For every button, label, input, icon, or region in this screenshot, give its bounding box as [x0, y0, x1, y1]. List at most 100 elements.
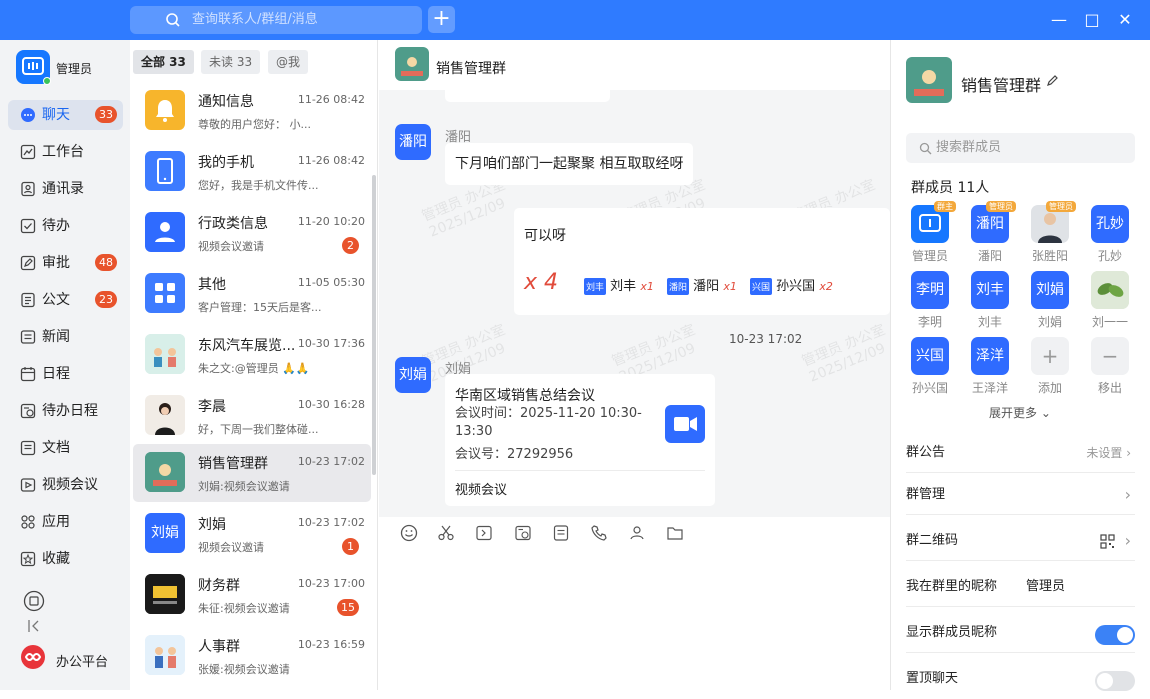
member-item[interactable]: 刘丰 刘丰 [970, 271, 1010, 330]
group-photo-avatar [145, 334, 185, 374]
search-icon [919, 142, 932, 155]
member-item[interactable]: 群主 管理员 [910, 201, 956, 264]
message-bubble[interactable]: 下月咱们部门一起聚聚 相互取取经呀 [445, 143, 694, 185]
scissors-icon[interactable] [437, 524, 455, 542]
member-item[interactable]: 李明 李明 [910, 271, 950, 330]
add-button[interactable]: + [428, 6, 455, 33]
meeting-card[interactable]: 华南区域销售总结会议 会议时间：2025-11-20 10:30-13:30 会… [445, 374, 715, 506]
expand-more-button[interactable]: 展开更多 ⌄ [989, 404, 1051, 421]
person-avatar [145, 395, 185, 435]
nav-item-contacts[interactable]: 通讯录 [8, 174, 123, 204]
meeting-footer: 视频会议 [455, 483, 508, 498]
maximize-button[interactable]: □ [1082, 10, 1102, 30]
conversation-item[interactable]: 其他 11-05 05:30 客户管理：15天后是客... [133, 265, 371, 323]
todo-calendar-icon [20, 403, 36, 419]
official-doc-badge: 23 [95, 291, 117, 308]
history-icon[interactable] [514, 524, 532, 542]
nav-item-todo[interactable]: 待办 [8, 211, 123, 241]
nav-item-approval[interactable]: 审批 48 [8, 248, 123, 278]
member-item[interactable]: 刘一一 [1090, 271, 1130, 330]
minimize-button[interactable]: — [1049, 10, 1069, 30]
note-icon[interactable] [552, 524, 570, 542]
collapse-sidebar-icon[interactable] [26, 618, 42, 634]
group-qrcode-row[interactable]: 群二维码 › [906, 521, 1135, 561]
phone-call-icon[interactable] [590, 524, 608, 542]
group-info-avatar[interactable] [906, 57, 952, 103]
edit-pencil-icon[interactable] [1046, 73, 1060, 87]
member-item[interactable]: 兴国 孙兴国 [910, 337, 950, 396]
folder-icon[interactable] [666, 524, 684, 542]
member-count: 群成员 11人 [911, 180, 990, 196]
other-avatar [145, 273, 185, 313]
reaction-item[interactable]: 刘丰 刘丰 x1 [584, 275, 654, 295]
hr-group-avatar [145, 635, 185, 675]
pin-chat-toggle[interactable] [1095, 671, 1135, 691]
group-illustration-icon [145, 334, 185, 374]
sender-avatar[interactable]: 潘阳 [395, 124, 431, 160]
close-button[interactable]: ✕ [1115, 10, 1135, 30]
member-avatar: 孔妙 [1091, 205, 1129, 243]
member-item[interactable]: 孔妙 孔妙 [1090, 205, 1130, 264]
nav-item-calendar[interactable]: 日程 [8, 359, 123, 389]
reaction-message-bubble[interactable]: 可以呀 x 4 刘丰 刘丰 x1 潘阳 潘阳 x1 兴国 孙兴国 x2 [514, 208, 890, 315]
member-item[interactable]: 潘阳 管理员 潘阳 [970, 201, 1016, 264]
nav-item-document-official[interactable]: 公文 23 [8, 285, 123, 315]
file-send-icon[interactable] [475, 524, 493, 542]
conversation-item[interactable]: 东风汽车展览... 10-30 17:36 朱之文:@管理员 🙏🙏 [133, 326, 371, 384]
chat-icon [21, 108, 35, 122]
conversation-item-active[interactable]: 销售管理群 10-23 17:02 刘娟:视频会议邀请 [133, 444, 371, 502]
reaction-item[interactable]: 潘阳 潘阳 x1 [667, 275, 737, 295]
approval-badge: 48 [95, 254, 117, 271]
member-item[interactable]: 刘娟 刘娟 [1030, 271, 1070, 330]
apps-icon [21, 515, 35, 529]
member-item[interactable]: 管理员 张胜阳 [1030, 201, 1076, 264]
reaction-item[interactable]: 兴国 孙兴国 x2 [750, 275, 833, 295]
role-tag: 群主 [934, 201, 956, 212]
nav-item-docs[interactable]: 文档 [8, 433, 123, 463]
add-member-button[interactable]: + 添加 [1030, 337, 1070, 396]
group-notice-row[interactable]: 群公告 未设置 › [906, 433, 1135, 473]
chat-header: 销售管理群 [379, 40, 890, 90]
capture-icon[interactable] [23, 590, 45, 612]
sender-avatar[interactable]: 刘娟 [395, 357, 431, 393]
conversation-item[interactable]: 通知信息 11-26 08:42 尊敬的用户您好： 小... [133, 82, 371, 140]
message-input-area[interactable] [379, 517, 890, 690]
user-name: 管理员 [56, 62, 93, 76]
emoji-icon[interactable] [400, 524, 418, 542]
conversation-item[interactable]: 李晨 10-30 16:28 好，下周一我们整体碰... [133, 387, 371, 445]
filter-mentions[interactable]: @我 [268, 50, 309, 74]
conversation-item[interactable]: 人事群 10-23 16:59 张媛:视频会议邀请 [133, 627, 371, 685]
office-platform-label[interactable]: 办公平台 [56, 651, 108, 670]
approval-icon [20, 255, 36, 271]
member-avatar: 李明 [911, 271, 949, 309]
nav-item-todo-calendar[interactable]: 待办日程 [8, 396, 123, 426]
member-search-input[interactable]: 搜索群成员 [906, 133, 1135, 163]
nav-item-apps[interactable]: 应用 [8, 507, 123, 537]
meeting-title: 华南区域销售总结会议 [455, 388, 595, 404]
meeting-people-icon[interactable] [628, 524, 646, 542]
finance-logo-icon [145, 574, 185, 614]
group-nickname-row[interactable]: 我在群里的昵称 管理员 [906, 567, 1135, 607]
conversation-item[interactable]: 财务群 10-23 17:00 朱征:视频会议邀请 15 [133, 566, 371, 624]
calendar-icon [20, 367, 36, 382]
filter-all[interactable]: 全部 33 [133, 50, 194, 74]
nav-item-video-meeting[interactable]: 视频会议 [8, 470, 123, 500]
nav-item-workbench[interactable]: 工作台 [8, 137, 123, 167]
remove-member-button[interactable]: − 移出 [1090, 337, 1130, 396]
conversation-scrollbar[interactable] [372, 175, 376, 475]
filter-unread[interactable]: 未读 33 [201, 50, 261, 74]
nav-item-news[interactable]: 新闻 [8, 322, 123, 352]
grid-apps-icon [155, 283, 175, 303]
member-item[interactable]: 泽洋 王泽洋 [970, 337, 1010, 396]
show-nickname-toggle[interactable] [1095, 625, 1135, 645]
group-name: 销售管理群 [961, 76, 1042, 95]
conversation-item[interactable]: 行政类信息 11-20 10:20 视频会议邀请 2 [133, 204, 371, 262]
office-platform-icon[interactable] [20, 644, 46, 670]
member-avatar: 刘丰 [971, 271, 1009, 309]
liujuan-avatar: 刘娟 [145, 513, 185, 553]
group-manage-row[interactable]: 群管理 › [906, 475, 1135, 515]
nav-item-chat[interactable]: 聊天 33 [8, 100, 123, 130]
nav-item-favorites[interactable]: 收藏 [8, 544, 123, 574]
conversation-item[interactable]: 我的手机 11-26 08:42 您好，我是手机文件传... [133, 143, 371, 201]
conversation-item[interactable]: 刘娟 刘娟 10-23 17:02 视频会议邀请 1 [133, 505, 371, 563]
